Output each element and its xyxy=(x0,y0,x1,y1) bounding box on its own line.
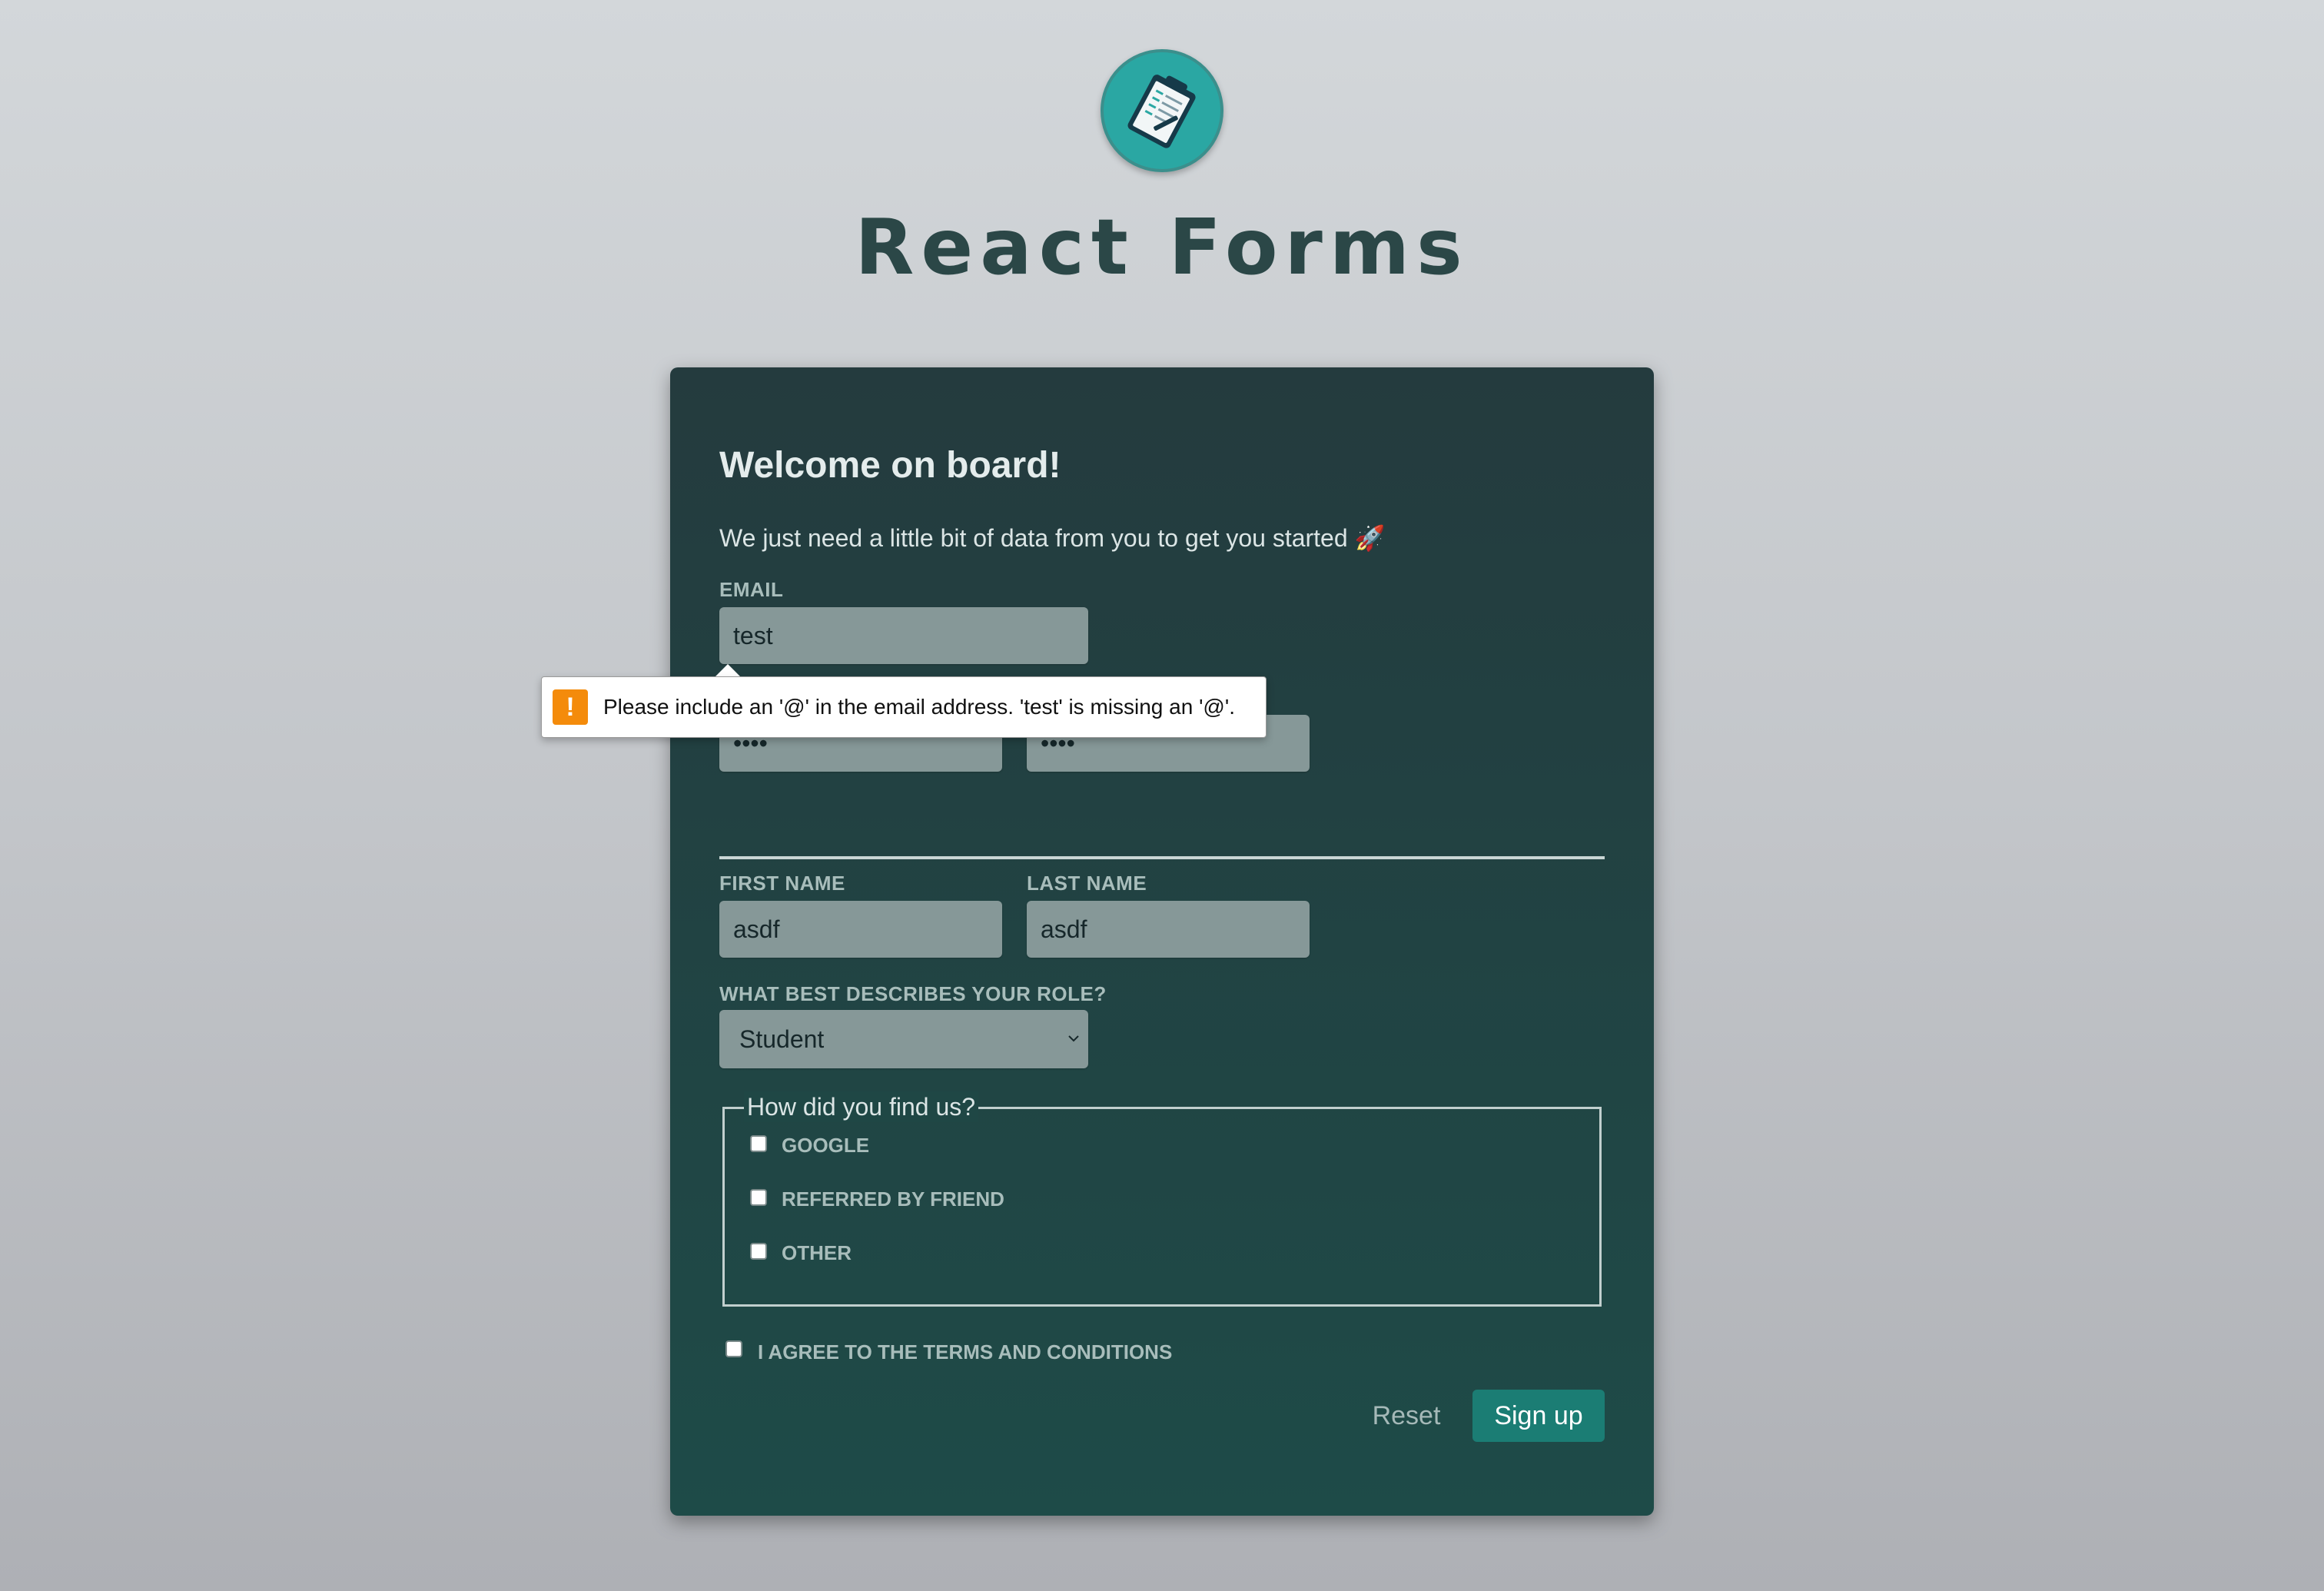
role-select[interactable]: Student xyxy=(719,1010,1088,1068)
app-title: React Forms xyxy=(855,202,1469,292)
first-name-field[interactable]: asdf xyxy=(719,901,1002,958)
last-name-label: LAST NAME xyxy=(1027,872,1147,895)
form-heading: Welcome on board! xyxy=(719,445,1061,486)
warning-icon: ! xyxy=(553,689,588,725)
chevron-down-icon xyxy=(1068,1035,1079,1042)
other-label: OTHER xyxy=(782,1241,852,1264)
referred-by-friend-checkbox[interactable] xyxy=(750,1189,767,1206)
section-divider xyxy=(719,856,1605,859)
sign-up-button[interactable]: Sign up xyxy=(1472,1390,1605,1442)
signup-form: Welcome on board! We just need a little … xyxy=(670,367,1654,1516)
clipboard-icon xyxy=(1127,75,1196,148)
first-name-label: FIRST NAME xyxy=(719,872,845,895)
google-checkbox[interactable] xyxy=(750,1135,767,1152)
role-selected-value: Student xyxy=(739,1025,825,1053)
referred-by-friend-label: REFERRED BY FRIEND xyxy=(782,1187,1004,1211)
app-logo xyxy=(1101,49,1223,172)
terms-checkbox[interactable] xyxy=(725,1340,742,1357)
referral-legend: How did you find us? xyxy=(744,1091,979,1122)
role-label: WHAT BEST DESCRIBES YOUR ROLE? xyxy=(719,982,1107,1005)
terms-label: I AGREE TO THE TERMS AND CONDITIONS xyxy=(758,1340,1173,1363)
last-name-field[interactable]: asdf xyxy=(1027,901,1310,958)
tooltip-arrow xyxy=(715,664,741,677)
validation-message: Please include an '@' in the email addre… xyxy=(603,695,1235,719)
email-label: EMAIL xyxy=(719,578,784,601)
email-field[interactable]: test xyxy=(719,607,1088,664)
form-subtitle: We just need a little bit of data from y… xyxy=(719,524,1386,552)
other-checkbox[interactable] xyxy=(750,1243,767,1260)
reset-button[interactable]: Reset xyxy=(1346,1390,1466,1442)
google-label: GOOGLE xyxy=(782,1134,870,1157)
email-validation-tooltip: ! Please include an '@' in the email add… xyxy=(541,676,1267,738)
